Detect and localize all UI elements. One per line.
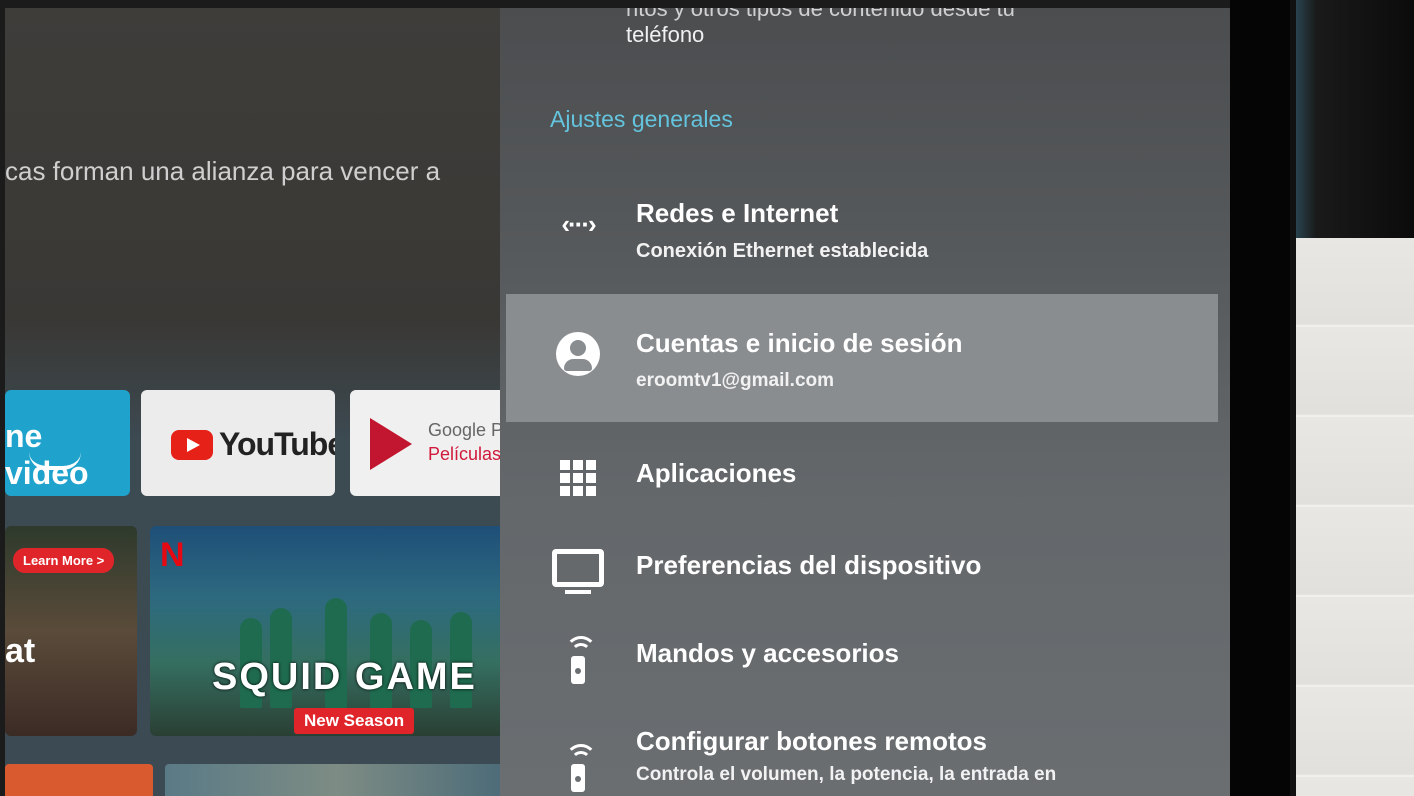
google-play-movies-icon [370,418,412,470]
tv-icon [552,542,604,594]
settings-item-title: Cuentas e inicio de sesión [636,328,963,358]
settings-item-title: Aplicaciones [636,458,797,488]
settings-item-subtitle: eroomtv1@gmail.com [636,370,835,391]
section-title: Ajustes generales [550,106,733,132]
settings-item-title: Preferencias del dispositivo [636,550,982,580]
remote-icon [552,634,604,686]
settings-item-accounts[interactable]: Cuentas e inicio de sesión eroomtv1@gmai… [506,294,1218,422]
settings-item-subtitle: Conexión Ethernet establecida [636,240,929,262]
youtube-play-icon [171,430,213,460]
previous-item-text: ntos y otros tipos de contenido desde tu… [626,8,1015,48]
wall-panel [1290,238,1414,796]
settings-panel: ntos y otros tipos de contenido desde tu… [500,8,1230,796]
new-season-badge: New Season [294,708,415,734]
settings-item-apps[interactable]: Aplicaciones [500,448,1230,508]
settings-item-remote-buttons[interactable]: Configurar botones remotos Controla el v… [500,720,1230,796]
squid-game-title: SQUID GAME [212,656,477,698]
learn-more-badge: Learn More > [13,548,115,573]
remote-buttons-icon [552,742,604,794]
tv-bezel [1230,0,1296,796]
settings-item-title: Mandos y accesorios [636,638,899,668]
google-play-label: Google Pla [428,420,510,440]
settings-item-remotes[interactable]: Mandos y accesorios [500,630,1230,690]
promo-left-text: at [5,632,36,670]
account-circle-icon [552,328,604,380]
app-tile-google-play-movies[interactable]: Google Pla Películas [350,390,510,496]
netflix-logo-icon: N [160,536,185,574]
apps-grid-icon [552,452,604,504]
previous-item-cut-line: ntos y otros tipos de contenido desde tu [626,8,1015,21]
settings-item-title: Redes e Internet [636,198,839,228]
youtube-label: YouTube [219,426,335,462]
promo-card-squid-game[interactable]: N SQUID GAME New Season [150,526,510,736]
peliculas-label: Películas [428,444,502,464]
promo-card[interactable] [5,764,153,796]
app-tile-youtube[interactable]: YouTube [141,390,335,496]
previous-item-line: teléfono [626,22,705,47]
settings-item-title: Configurar botones remotos [636,726,988,756]
content-description: cas forman una alianza para vencer a [5,156,441,186]
settings-item-subtitle: Controla el volumen, la potencia, la ent… [636,764,1057,785]
network-arrows-icon: ‹···› [561,208,596,239]
tv-home-screen: cas forman una alianza para vencer a ne … [5,8,510,796]
promo-card[interactable] [165,764,510,796]
settings-item-device-preferences[interactable]: Preferencias del dispositivo [500,538,1230,598]
settings-item-network[interactable]: ‹···› Redes e Internet Conexión Ethernet… [500,176,1230,294]
app-tile-prime-video[interactable]: ne video [5,390,130,496]
promo-card-left[interactable]: Learn More > at [5,526,137,736]
